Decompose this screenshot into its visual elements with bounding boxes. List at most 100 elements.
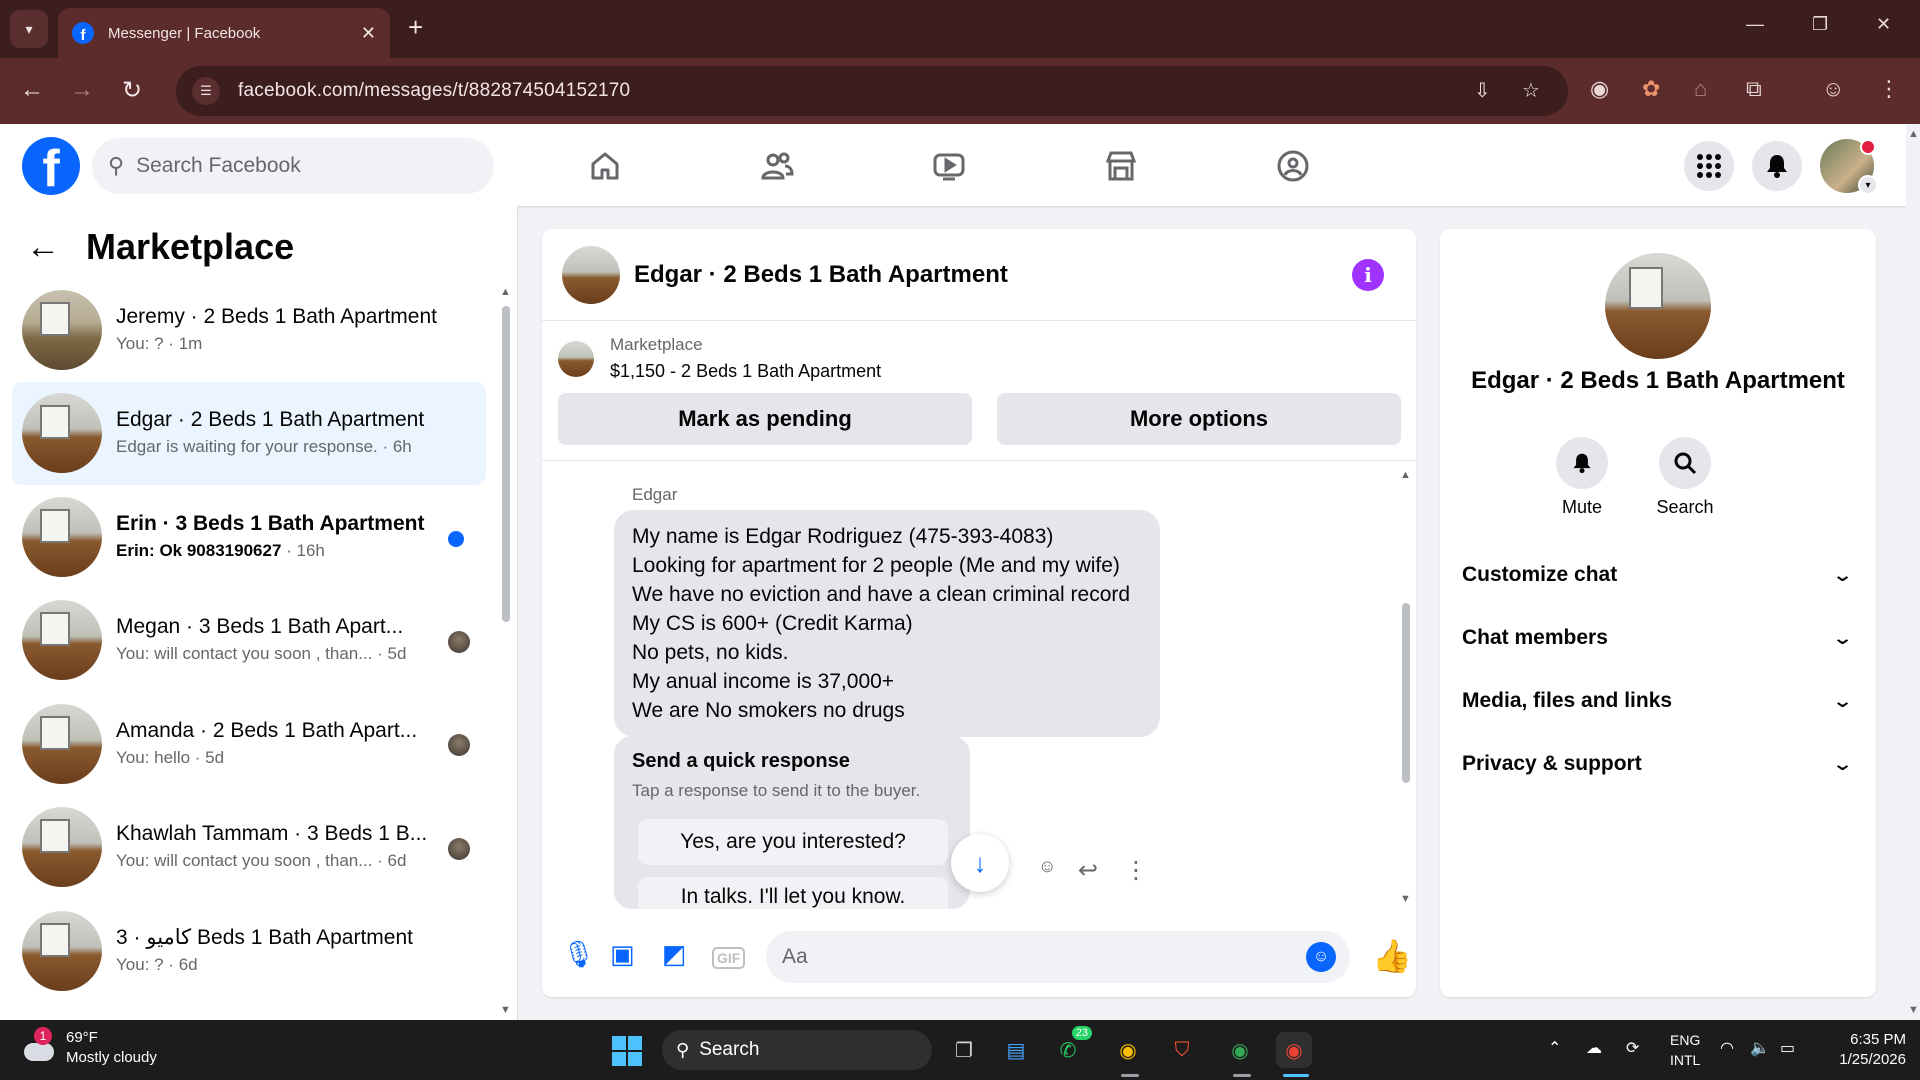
search-action[interactable]: Search <box>1640 437 1730 518</box>
page-scrollbar[interactable]: ▲ ▼ <box>1906 124 1920 1020</box>
tab-close-icon[interactable]: ✕ <box>361 23 376 44</box>
mark-as-pending-button[interactable]: Mark as pending <box>558 393 972 445</box>
minimize-icon[interactable]: — <box>1746 14 1764 35</box>
scroll-to-bottom-arrow-icon[interactable]: ↓ <box>951 834 1009 892</box>
bell-icon[interactable] <box>1556 437 1608 489</box>
more-actions-icon[interactable]: ⋮ <box>1124 856 1148 885</box>
groups-icon[interactable] <box>1238 142 1348 190</box>
listing-thumbnail[interactable] <box>558 341 594 377</box>
sticker-icon[interactable]: ◩ <box>662 939 687 970</box>
site-settings-icon[interactable]: ☰ <box>192 77 220 105</box>
scroll-up-arrow-icon[interactable]: ▲ <box>500 286 511 298</box>
back-arrow-icon[interactable]: ← <box>26 228 60 267</box>
brave-browser-icon[interactable]: ⛉ <box>1164 1032 1200 1068</box>
task-view-icon[interactable]: ❐ <box>946 1032 982 1068</box>
scroll-up-arrow-icon[interactable]: ▲ <box>1908 128 1919 140</box>
reply-icon[interactable]: ↩ <box>1078 856 1098 885</box>
notepad-icon[interactable]: ▤ <box>998 1032 1034 1068</box>
microphone-icon[interactable]: 🎙 <box>562 939 595 970</box>
bookmark-star-icon[interactable]: ☆ <box>1522 78 1540 103</box>
notifications-bell-icon[interactable] <box>1752 141 1802 191</box>
friends-icon[interactable] <box>722 142 832 190</box>
input-language[interactable]: ENG INTL <box>1670 1030 1700 1070</box>
browser-tab-messenger[interactable]: f Messenger | Facebook ✕ <box>58 8 390 58</box>
message-input-box[interactable]: ☺ <box>766 931 1350 983</box>
chat-item-jeremy[interactable]: Jeremy · 2 Beds 1 Bath Apartment You: ? … <box>12 278 486 382</box>
browser-menu-icon[interactable]: ⋮ <box>1878 76 1900 102</box>
menu-grid-icon[interactable] <box>1684 141 1734 191</box>
wifi-icon[interactable]: ◠ <box>1720 1038 1734 1058</box>
onedrive-cloud-icon[interactable]: ☁ <box>1586 1038 1602 1058</box>
info-icon[interactable]: i <box>1352 259 1384 291</box>
facebook-search-input[interactable] <box>136 154 457 178</box>
tab-search-chevron-icon[interactable]: ▾ <box>10 10 48 48</box>
extension-cookie-icon[interactable]: ✿ <box>1642 76 1660 102</box>
chat-item-erin[interactable]: Erin · 3 Beds 1 Bath Apartment Erin: Ok … <box>12 485 486 589</box>
weather-widget[interactable]: 1 69°F Mostly cloudy <box>20 1027 157 1068</box>
window-close-icon[interactable]: ✕ <box>1876 14 1891 35</box>
marketplace-title: Marketplace <box>86 226 295 267</box>
watch-video-icon[interactable] <box>894 142 1004 190</box>
reload-icon[interactable]: ↻ <box>122 76 142 105</box>
facebook-logo-icon[interactable]: f <box>22 137 80 195</box>
system-clock[interactable]: 6:35 PM 1/25/2026 <box>1826 1030 1906 1070</box>
quick-response-option[interactable]: In talks. I'll let you know. <box>638 877 948 909</box>
back-arrow-icon[interactable]: ← <box>20 76 44 104</box>
profile-icon[interactable]: ☺ <box>1822 76 1844 102</box>
extensions-puzzle-icon[interactable]: ⧉ <box>1746 76 1762 102</box>
battery-icon[interactable]: ▭ <box>1780 1038 1795 1058</box>
chrome-profile-icon[interactable]: ◉ <box>1222 1032 1258 1068</box>
forward-arrow-icon[interactable]: → <box>70 76 94 104</box>
scrollbar-thumb[interactable] <box>1402 603 1410 783</box>
gif-icon[interactable]: GIF <box>712 947 746 969</box>
chat-item-kamio[interactable]: كاميو · 3 Beds 1 Bath Apartment You: ? ·… <box>12 899 486 1003</box>
quick-response-option[interactable]: Yes, are you interested? <box>638 819 948 865</box>
taskbar-search[interactable]: ⚲ Search <box>662 1030 932 1070</box>
info-avatar[interactable] <box>1605 253 1711 359</box>
home-icon[interactable] <box>550 142 660 190</box>
emoji-icon[interactable]: ☺ <box>1306 942 1336 972</box>
new-tab-icon[interactable]: + <box>408 12 423 43</box>
whatsapp-icon[interactable]: ✆ 23 <box>1050 1026 1092 1068</box>
scroll-down-arrow-icon[interactable]: ▼ <box>1908 1004 1919 1016</box>
volume-icon[interactable]: 🔈 <box>1750 1038 1770 1058</box>
address-bar[interactable]: ☰ facebook.com/messages/t/88287450415217… <box>176 66 1568 116</box>
customize-chat-row[interactable]: Customize chat ⌄ <box>1462 549 1854 601</box>
extension-record-icon[interactable]: ◉ <box>1590 76 1609 102</box>
privacy-support-row[interactable]: Privacy & support ⌄ <box>1462 738 1854 790</box>
scroll-down-arrow-icon[interactable]: ▼ <box>500 1004 511 1016</box>
conversation-title[interactable]: Edgar · 2 Beds 1 Bath Apartment <box>634 261 1008 289</box>
sync-icon[interactable]: ⟳ <box>1626 1038 1639 1058</box>
media-files-links-row[interactable]: Media, files and links ⌄ <box>1462 675 1854 727</box>
incoming-message-bubble[interactable]: My name is Edgar Rodriguez (475-393-4083… <box>614 510 1160 737</box>
message-input[interactable] <box>782 945 1282 969</box>
scroll-down-arrow-icon[interactable]: ▼ <box>1400 893 1411 905</box>
windows-start-icon[interactable] <box>612 1036 642 1066</box>
facebook-search[interactable]: ⚲ <box>92 138 494 194</box>
extension-bag-icon[interactable]: ⌂ <box>1694 76 1707 102</box>
search-icon[interactable] <box>1659 437 1711 489</box>
chrome-active-icon[interactable]: ◉ <box>1276 1032 1312 1068</box>
scroll-up-arrow-icon[interactable]: ▲ <box>1400 469 1411 481</box>
listing-price-title[interactable]: $1,150 - 2 Beds 1 Bath Apartment <box>610 361 881 382</box>
chat-members-row[interactable]: Chat members ⌄ <box>1462 612 1854 664</box>
message-scrollbar[interactable]: ▲ ▼ <box>1400 469 1412 909</box>
more-options-button[interactable]: More options <box>997 393 1401 445</box>
attach-photo-icon[interactable]: ▣ <box>610 939 635 970</box>
chat-item-megan[interactable]: Megan · 3 Beds 1 Bath Apart... You: will… <box>12 589 486 693</box>
mute-action[interactable]: Mute <box>1537 437 1627 518</box>
restore-icon[interactable]: ❐ <box>1812 14 1828 35</box>
thumbs-up-like-icon[interactable]: 👍 <box>1372 937 1412 975</box>
chat-item-amanda[interactable]: Amanda · 2 Beds 1 Bath Apart... You: hel… <box>12 692 486 796</box>
chat-list-scrollbar[interactable]: ▲ ▼ <box>500 282 512 1018</box>
conversation-avatar[interactable] <box>562 245 620 304</box>
marketplace-store-icon[interactable] <box>1066 142 1176 190</box>
chat-item-khawlah[interactable]: Khawlah Tammam · 3 Beds 1 B... You: will… <box>12 796 486 900</box>
install-app-icon[interactable]: ⇩ <box>1474 78 1491 103</box>
tray-overflow-chevron-icon[interactable]: ⌃ <box>1548 1038 1561 1058</box>
scrollbar-thumb[interactable] <box>502 306 510 622</box>
chrome-icon[interactable]: ◉ <box>1110 1032 1146 1068</box>
account-avatar[interactable]: ▾ <box>1820 139 1878 195</box>
chat-item-edgar[interactable]: Edgar · 2 Beds 1 Bath Apartment Edgar is… <box>12 381 486 485</box>
react-icon[interactable]: ☺ <box>1038 856 1056 877</box>
